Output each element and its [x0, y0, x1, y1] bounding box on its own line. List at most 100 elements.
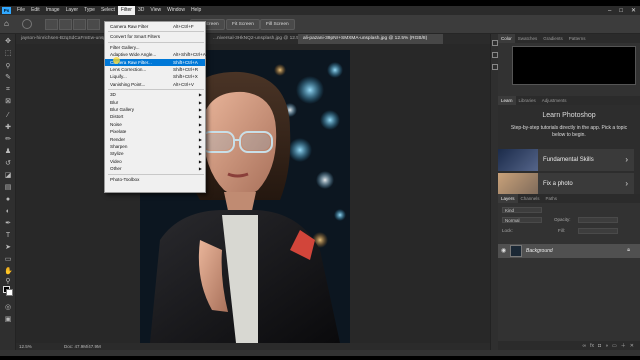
opacity-field[interactable] [578, 217, 618, 223]
zoom-tool-icon-2[interactable]: ⚲ [4, 278, 12, 286]
visibility-eye-icon[interactable]: ◉ [501, 247, 506, 254]
history-brush-tool-icon[interactable]: ↺ [4, 160, 12, 168]
menu-layer[interactable]: Layer [63, 6, 82, 15]
tab-learn[interactable]: Learn [498, 96, 516, 105]
tab-paths[interactable]: Paths [543, 194, 561, 203]
frame-tool-icon[interactable]: ⊠ [4, 98, 12, 106]
menu-filter[interactable]: Filter [117, 6, 135, 15]
background-color-swatch[interactable] [6, 289, 13, 296]
rectangle-tool-icon[interactable]: ▭ [4, 256, 12, 264]
menu-window[interactable]: Window [164, 6, 188, 15]
filter-menu-item-sharpen[interactable]: Sharpen ▶ [105, 143, 205, 150]
home-icon[interactable]: ⌂ [4, 20, 13, 28]
filter-menu-item-noise[interactable]: Noise ▶ [105, 121, 205, 128]
filter-menu-item-convert-for-smart-filters[interactable]: Convert for Smart Filters [105, 33, 205, 40]
clone-stamp-tool-icon[interactable]: ♟ [4, 148, 12, 156]
filter-menu-item-video[interactable]: Video ▶ [105, 158, 205, 165]
filter-menu-item-filter-gallery[interactable]: Filter Gallery... [105, 44, 205, 51]
filter-menu-item-stylize[interactable]: Stylize ▶ [105, 150, 205, 157]
filter-menu-item-blur-gallery[interactable]: Blur Gallery ▶ [105, 106, 205, 113]
filter-menu-item-adaptive-wide-angle[interactable]: Adaptive Wide Angle... Alt+Shift+Ctrl+A [105, 51, 206, 58]
menu-item-label: Convert for Smart Filters [110, 34, 161, 40]
layer-name[interactable]: Background [526, 244, 553, 258]
lock-icon[interactable]: 🔒︎ [627, 247, 630, 254]
menu-view[interactable]: View [147, 6, 164, 15]
tab-gradients[interactable]: Gradients [540, 34, 566, 43]
add-mask-icon[interactable]: ◘ [598, 343, 601, 349]
healing-brush-tool-icon[interactable]: ✚ [4, 124, 12, 132]
link-layers-icon[interactable]: ∞ [583, 343, 587, 349]
fit-screen-button[interactable]: Fit Screen [226, 19, 260, 30]
layer-style-icon[interactable]: fx [590, 343, 594, 349]
tab-swatches[interactable]: Swatches [515, 34, 541, 43]
layer-kind-filter[interactable]: Kind [502, 207, 542, 213]
minimize-icon[interactable]: – [608, 8, 611, 14]
trash-icon[interactable]: ✕ [630, 343, 634, 349]
tab-color[interactable]: Color [498, 34, 515, 43]
menu-select[interactable]: Select [98, 6, 118, 15]
document-tab-active[interactable]: ali-pazani-39pNr+SMXMA-unsplash.jpg @ 12… [298, 34, 443, 44]
filter-menu-item-render[interactable]: Render ▶ [105, 136, 205, 143]
filter-menu-item-vanishing-point[interactable]: Vanishing Point... Alt+Ctrl+V [105, 81, 205, 88]
menu-3d[interactable]: 3D [135, 6, 147, 15]
zoom-level[interactable]: 12.5% [19, 343, 32, 350]
screen-mode-icon[interactable]: ▣ [4, 316, 12, 324]
filter-menu-item-camera-raw-filter[interactable]: Camera Raw Filter... Shift+Ctrl+A [105, 58, 205, 66]
marquee-tool-icon[interactable]: ⬚ [4, 50, 12, 58]
close-icon[interactable]: ✕ [631, 7, 636, 14]
tab-libraries[interactable]: Libraries [516, 96, 539, 105]
pen-tool-icon[interactable]: ✒ [4, 220, 12, 228]
filter-menu-item-distort[interactable]: Distort ▶ [105, 113, 205, 120]
group-icon[interactable]: ▭ [612, 343, 617, 349]
document-info[interactable]: Doc: 47.9M/47.9M [64, 343, 101, 350]
document-tab-2[interactable]: ...niversal-3HkNQ2-unsplash.jpg @ 12.5% [208, 34, 298, 44]
filter-menu-item-other[interactable]: Other ▶ [105, 165, 205, 172]
layer-row-background[interactable]: ◉ Background 🔒︎ [498, 244, 640, 258]
crop-tool-icon[interactable]: ⌗ [4, 86, 12, 94]
learn-card-fundamental-skills[interactable]: Fundamental Skills › [498, 149, 634, 171]
learn-card-fix-a-photo[interactable]: Fix a photo › [498, 173, 634, 195]
brush-tool-icon[interactable]: ✏ [4, 136, 12, 144]
fill-screen-button-2[interactable]: Fill Screen [260, 19, 295, 30]
menu-file[interactable]: File [14, 6, 28, 15]
eraser-tool-icon[interactable]: ◪ [4, 172, 12, 180]
tab-channels[interactable]: Channels [518, 194, 543, 203]
gradient-tool-icon[interactable]: ▤ [4, 184, 12, 192]
menu-image[interactable]: Image [43, 6, 63, 15]
menu-edit[interactable]: Edit [28, 6, 43, 15]
filter-menu-item-3d[interactable]: 3D ▶ [105, 91, 205, 98]
quick-select-tool-icon[interactable]: ✎ [4, 74, 12, 82]
adjustment-layer-icon[interactable]: ◑ [605, 343, 608, 349]
path-selection-tool-icon[interactable]: ➤ [4, 244, 12, 252]
eyedropper-tool-icon[interactable]: ⁄ [4, 112, 12, 120]
tab-adjustments[interactable]: Adjustments [539, 96, 570, 105]
dodge-tool-icon[interactable]: ◐ [4, 208, 12, 216]
filter-menu-item-liquify[interactable]: Liquify... Shift+Ctrl+X [105, 73, 205, 80]
lasso-tool-icon[interactable]: ϙ [4, 62, 12, 70]
tab-layers[interactable]: Layers [498, 194, 518, 203]
window-controls: – □ ✕ [608, 6, 636, 15]
tab-patterns[interactable]: Patterns [566, 34, 589, 43]
maximize-icon[interactable]: □ [619, 8, 623, 14]
blend-mode-select[interactable]: Normal [502, 217, 542, 223]
filter-menu-item-lens-correction[interactable]: Lens Correction... Shift+Ctrl+R [105, 66, 205, 73]
color-picker-field[interactable] [512, 46, 636, 85]
filter-menu-item-blur[interactable]: Blur ▶ [105, 99, 205, 106]
zoom-options-group[interactable] [45, 19, 100, 30]
type-tool-icon[interactable]: T [4, 232, 12, 240]
menu-type[interactable]: Type [81, 6, 98, 15]
menu-help[interactable]: Help [188, 6, 204, 15]
zoom-tool-icon[interactable] [22, 19, 32, 29]
fill-field[interactable] [578, 228, 618, 234]
canvas-area[interactable] [16, 44, 490, 343]
options-bar: ⌂ Fill Screen Fit Screen Fill Screen [0, 15, 640, 34]
move-tool-icon[interactable]: ✥ [4, 38, 12, 46]
new-layer-icon[interactable]: ＋ [621, 342, 626, 349]
hand-tool-icon[interactable]: ✋ [4, 268, 13, 276]
filter-menu-item-pixelate[interactable]: Pixelate ▶ [105, 128, 205, 135]
menu-item-label: Distort [110, 114, 124, 120]
blur-tool-icon[interactable]: ● [4, 196, 12, 204]
filter-menu-item-camera-raw-filter[interactable]: Camera Raw Filter Alt+Ctrl+F [105, 23, 205, 30]
filter-menu-item-photo-toolbox[interactable]: Photo-Toolbox [105, 176, 205, 183]
quick-mask-icon[interactable]: ◎ [4, 304, 12, 312]
